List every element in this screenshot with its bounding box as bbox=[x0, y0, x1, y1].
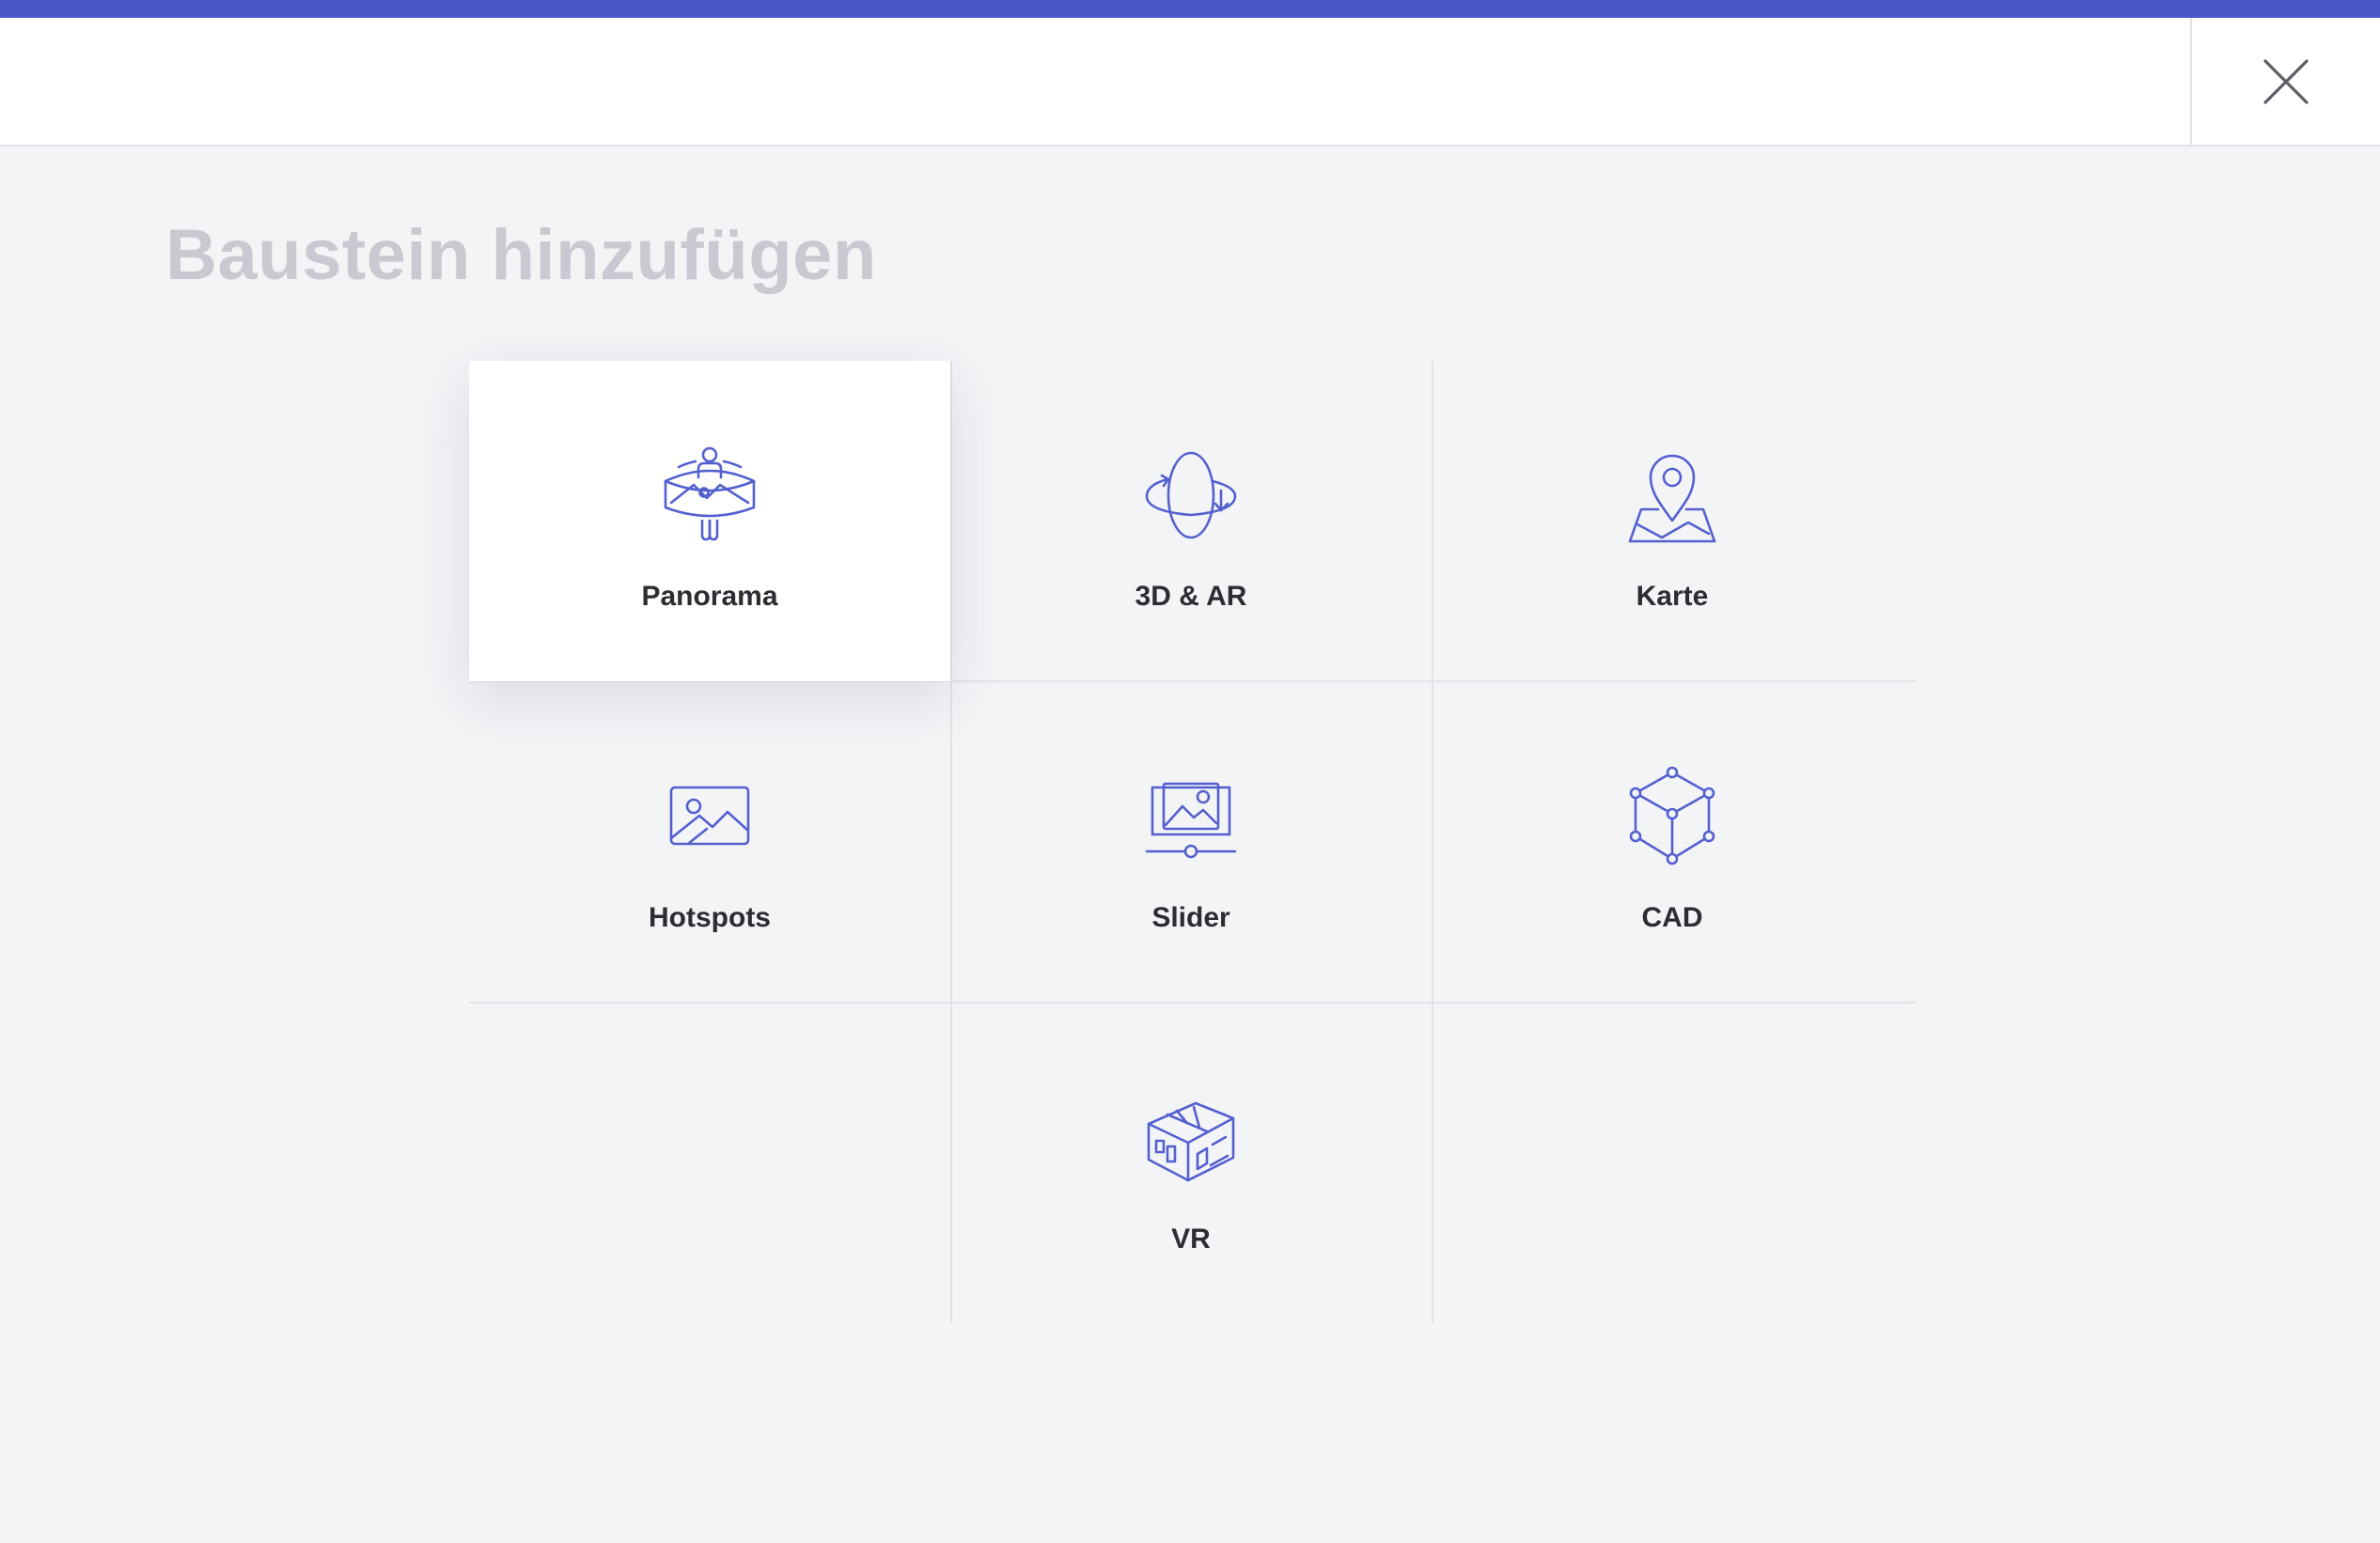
tile-karte[interactable]: Karte bbox=[1432, 361, 1913, 681]
image-icon bbox=[658, 765, 761, 868]
tile-label: Panorama bbox=[641, 581, 778, 612]
rotate-3d-icon bbox=[1139, 444, 1243, 547]
tile-3d-ar[interactable]: 3D & AR bbox=[950, 361, 1432, 681]
tile-cad[interactable]: CAD bbox=[1432, 682, 1913, 1003]
modal-header bbox=[0, 18, 2380, 147]
tile-vr[interactable]: VR bbox=[950, 1004, 1432, 1324]
tile-label: Hotspots bbox=[649, 902, 771, 933]
image-slider-icon bbox=[1139, 765, 1243, 868]
tile-label: CAD bbox=[1641, 902, 1703, 933]
tile-label: Slider bbox=[1151, 902, 1230, 933]
tile-slider[interactable]: Slider bbox=[950, 682, 1432, 1003]
close-button[interactable] bbox=[2190, 18, 2380, 145]
vr-house-icon bbox=[1139, 1086, 1243, 1190]
tile-hotspots[interactable]: Hotspots bbox=[469, 682, 950, 1003]
top-accent-bar bbox=[0, 0, 2380, 18]
map-pin-icon bbox=[1621, 444, 1724, 547]
page-title: Baustein hinzufügen bbox=[165, 215, 877, 295]
panorama-icon bbox=[658, 444, 761, 547]
tile-panorama[interactable]: Panorama bbox=[469, 361, 950, 681]
close-icon bbox=[2263, 58, 2309, 104]
block-grid: Panorama 3D & AR Karte Hotspots Slider C… bbox=[469, 361, 1916, 1323]
tile-label: Karte bbox=[1636, 581, 1709, 612]
cube-icon bbox=[1621, 765, 1724, 868]
tile-label: VR bbox=[1171, 1223, 1211, 1255]
tile-label: 3D & AR bbox=[1135, 581, 1247, 612]
